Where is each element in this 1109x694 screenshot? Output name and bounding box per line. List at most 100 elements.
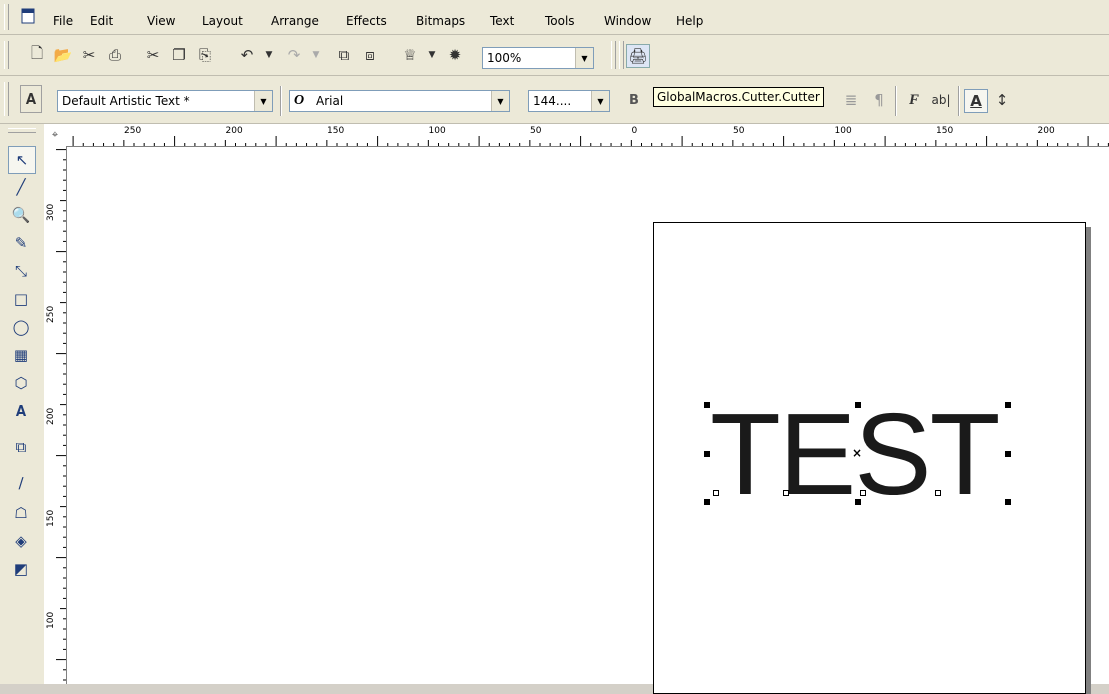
new-document-icon[interactable]: 🗋 (26, 44, 48, 66)
selection-handle-top-center[interactable] (855, 402, 861, 408)
print-icon[interactable]: ⎙ (104, 44, 126, 66)
corel-online-icon[interactable]: ✹ (444, 44, 466, 66)
font-size-combo[interactable]: 144.... ▼ (528, 90, 610, 112)
vertical-text-icon[interactable]: ↕ (991, 89, 1013, 111)
text-tool-icon[interactable]: 𝐀 (8, 398, 34, 424)
toolbar-grip-2[interactable] (611, 41, 616, 69)
character-node[interactable] (713, 490, 719, 496)
selection-handle-middle-right[interactable] (1005, 451, 1011, 457)
horizontal-ruler[interactable]: 250 200 150 100 50 0 50 100 150 200 (66, 124, 1109, 147)
artistic-text-style-icon[interactable]: 𝐀 (20, 85, 42, 113)
font-size-value: 144.... (533, 94, 572, 108)
outline-tool-icon[interactable]: ☖ (8, 500, 34, 526)
opentype-font-icon: O (294, 93, 305, 108)
copy-icon[interactable]: ❐ (168, 44, 190, 66)
ruler-label: 200 (226, 126, 243, 136)
menu-bitmaps[interactable]: Bitmaps (416, 14, 465, 28)
menu-tools[interactable]: Tools (545, 14, 575, 28)
selection-handle-bottom-right[interactable] (1005, 499, 1011, 505)
menu-view[interactable]: View (147, 14, 175, 28)
selection-handle-top-right[interactable] (1005, 402, 1011, 408)
redo-icon[interactable]: ↷ (283, 44, 305, 66)
redo-dropdown-icon[interactable]: ▼ (305, 44, 327, 66)
vertical-ruler[interactable]: 300 250 200 150 100 (44, 146, 67, 684)
interactive-blend-tool-icon[interactable]: ⧉ (8, 434, 34, 460)
align-icon[interactable]: ≣ (840, 89, 862, 111)
bullet-icon[interactable]: ¶ (868, 89, 890, 111)
character-node[interactable] (935, 490, 941, 496)
menu-text[interactable]: Text (490, 14, 514, 28)
zoom-levels-combo[interactable]: 100% ▼ (482, 47, 594, 69)
font-size-dropdown-icon[interactable]: ▼ (591, 91, 609, 111)
font-list-combo[interactable]: O Arial ▼ (289, 90, 510, 112)
ruler-label: 50 (530, 126, 542, 136)
ruler-origin[interactable]: ⌖ (44, 124, 67, 147)
open-icon[interactable]: 📂 (52, 44, 74, 66)
app-document-icon[interactable] (20, 8, 36, 24)
center-of-rotation-icon[interactable]: × (852, 446, 862, 460)
bold-icon[interactable]: B (623, 89, 645, 111)
ruler-label: 300 (46, 204, 56, 221)
shape-tool-icon[interactable]: ╱ (8, 174, 34, 200)
property-bar-grip[interactable] (4, 82, 9, 116)
import-icon[interactable]: ⧉ (333, 44, 355, 66)
smart-fill-tool-icon[interactable]: ⤡ (8, 258, 34, 284)
zoom-value: 100% (487, 51, 522, 65)
ruler-label: 250 (124, 126, 141, 136)
interactive-fill-tool-icon[interactable]: ◩ (8, 556, 34, 582)
ruler-label: 200 (46, 408, 56, 425)
pick-tool-icon[interactable]: ↖ (8, 146, 36, 174)
ruler-label: 100 (429, 126, 446, 136)
cut-icon[interactable]: ✂ (142, 44, 164, 66)
menu-window[interactable]: Window (604, 14, 651, 28)
character-node[interactable] (783, 490, 789, 496)
freehand-tool-icon[interactable]: ✎ (8, 230, 34, 256)
text-style-combo[interactable]: Default Artistic Text * ▼ (57, 90, 273, 112)
toolbar-grip-3[interactable] (619, 41, 624, 69)
selection-handle-top-left[interactable] (704, 402, 710, 408)
font-list-dropdown-icon[interactable]: ▼ (491, 91, 509, 111)
rectangle-tool-icon[interactable]: □ (8, 286, 34, 312)
ruler-label: 150 (936, 126, 953, 136)
ruler-label: 150 (327, 126, 344, 136)
edit-text-icon[interactable]: ab| (930, 89, 952, 111)
character-node[interactable] (860, 490, 866, 496)
undo-dropdown-icon[interactable]: ▼ (258, 44, 280, 66)
ruler-label: 100 (835, 126, 852, 136)
export-icon[interactable]: ⧈ (359, 44, 381, 66)
menu-bar: File Edit View Layout Arrange Effects Bi… (0, 0, 1109, 35)
selection-handle-bottom-left[interactable] (704, 499, 710, 505)
font-name-value: Arial (316, 94, 344, 108)
menu-grip[interactable] (4, 4, 9, 30)
menu-file[interactable]: File (53, 14, 73, 28)
toolbox-grip[interactable] (8, 128, 36, 133)
basic-shapes-tool-icon[interactable]: ⬡ (8, 370, 34, 396)
horizontal-text-icon[interactable]: A (964, 89, 988, 113)
save-icon[interactable]: ✂ (78, 44, 100, 66)
zoom-tool-icon[interactable]: 🔍 (8, 202, 34, 228)
menu-layout[interactable]: Layout (202, 14, 243, 28)
menu-edit[interactable]: Edit (90, 14, 113, 28)
menu-help[interactable]: Help (676, 14, 703, 28)
launcher-dropdown-icon[interactable]: ▼ (421, 44, 443, 66)
toolbar-grip[interactable] (4, 41, 9, 69)
fill-tool-icon[interactable]: ◈ (8, 528, 34, 554)
selection-handle-middle-left[interactable] (704, 451, 710, 457)
paste-icon[interactable]: ⎘ (194, 44, 216, 66)
text-style-dropdown-icon[interactable]: ▼ (254, 91, 272, 111)
application-launcher-icon[interactable]: ♕ (399, 44, 421, 66)
graph-paper-tool-icon[interactable]: ▦ (8, 342, 34, 368)
menu-arrange[interactable]: Arrange (271, 14, 319, 28)
menu-effects[interactable]: Effects (346, 14, 387, 28)
zoom-dropdown-icon[interactable]: ▼ (575, 48, 593, 68)
standard-toolbar: 🗋 📂 ✂ ⎙ ✂ ❐ ⎘ ↶ ▼ ↷ ▼ ⧉ ⧈ ♕ ▼ ✹ 100% ▼ 🖨 (0, 35, 1109, 76)
ellipse-tool-icon[interactable]: ◯ (8, 314, 34, 340)
ruler-label: 200 (1038, 126, 1055, 136)
eyedropper-tool-icon[interactable]: ∕ (8, 470, 34, 496)
macro-cutter-icon[interactable]: 🖨 (626, 44, 650, 68)
tooltip: GlobalMacros.Cutter.Cutter (653, 87, 824, 107)
text-style-value: Default Artistic Text * (62, 94, 190, 108)
undo-icon[interactable]: ↶ (236, 44, 258, 66)
selection-handle-bottom-center[interactable] (855, 499, 861, 505)
character-formatting-icon[interactable]: F (903, 89, 925, 111)
